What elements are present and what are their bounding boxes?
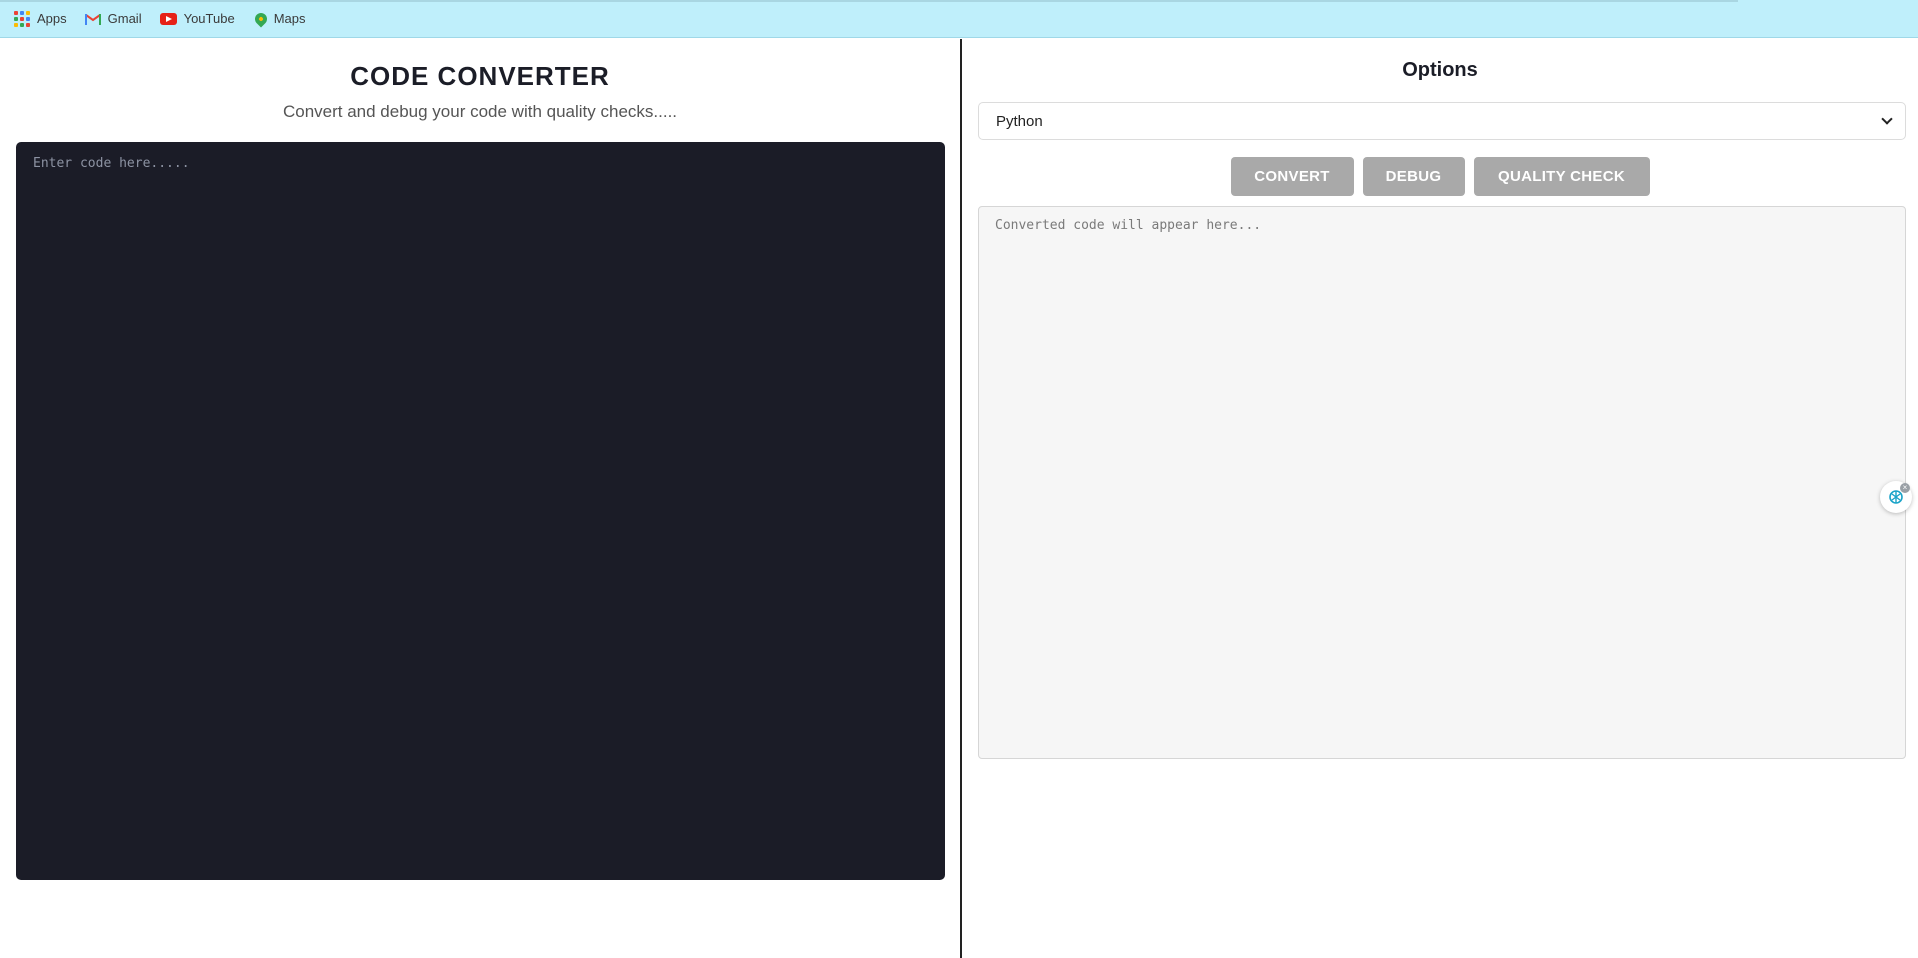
language-select[interactable]: Python [978, 102, 1906, 140]
bookmark-label: Maps [273, 11, 306, 26]
bookmark-youtube[interactable]: YouTube [159, 11, 235, 26]
page-subtitle: Convert and debug your code with quality… [282, 102, 678, 121]
bookmark-maps[interactable]: Maps [252, 10, 306, 27]
youtube-icon [159, 12, 177, 25]
left-panel: CODE CONVERTER Convert and debug your co… [0, 39, 960, 958]
bookmarks-bar: Apps Gmail YouTube Maps [0, 0, 1918, 38]
code-input[interactable] [16, 142, 945, 880]
right-panel: Options Python CONVERT DEBUG QUALITY CHE… [962, 39, 1918, 958]
action-buttons: CONVERT DEBUG QUALITY CHECK [962, 157, 1918, 196]
apps-grid-icon [14, 10, 30, 27]
output-area[interactable] [978, 206, 1906, 759]
convert-button[interactable]: CONVERT [1230, 157, 1354, 196]
chevron-down-icon [1881, 113, 1893, 125]
gmail-icon [84, 13, 101, 25]
debug-button[interactable]: DEBUG [1362, 157, 1465, 196]
close-icon[interactable]: × [1900, 483, 1910, 493]
bookmark-label: Gmail [107, 11, 142, 26]
language-select-value: Python [996, 112, 1043, 130]
options-title: Options [1402, 59, 1478, 81]
bookmark-label: YouTube [183, 11, 235, 26]
maps-icon [252, 10, 270, 27]
bookmark-apps[interactable]: Apps [14, 10, 67, 27]
page-title: CODE CONVERTER [350, 61, 610, 91]
bookmark-label: Apps [37, 11, 67, 26]
quality-check-button[interactable]: QUALITY CHECK [1473, 157, 1650, 196]
bookmark-gmail[interactable]: Gmail [84, 11, 142, 27]
